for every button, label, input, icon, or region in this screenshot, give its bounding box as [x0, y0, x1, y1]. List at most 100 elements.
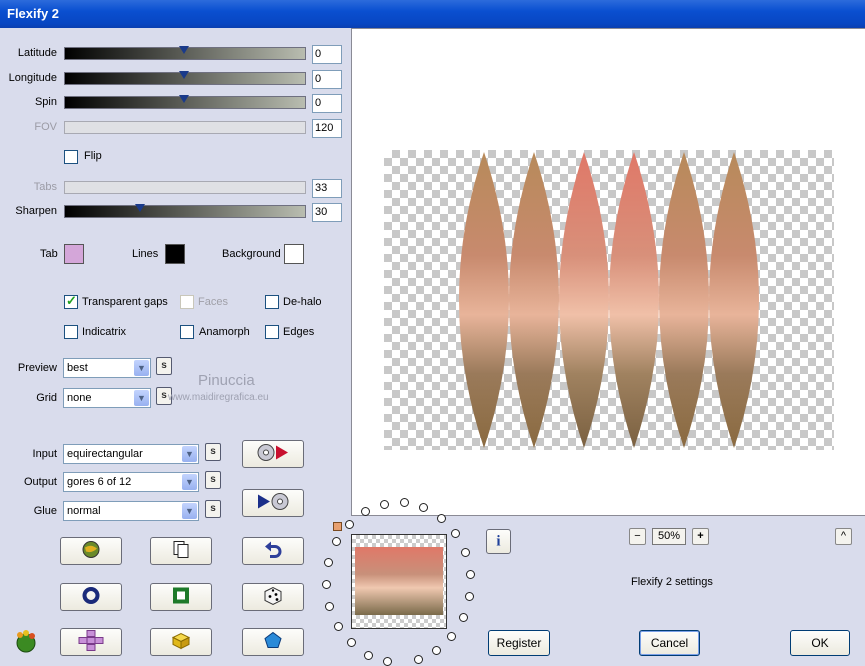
navigator-dot[interactable]	[447, 631, 457, 641]
navigator-dot[interactable]	[432, 645, 442, 655]
navigator-dot[interactable]	[332, 537, 342, 547]
output-s-button[interactable]: s	[205, 471, 221, 489]
zoom-in-button[interactable]: +	[692, 528, 709, 545]
tabs-label: Tabs	[33, 181, 57, 193]
sharpen-value[interactable]: 30	[312, 203, 342, 222]
navigator-dot[interactable]	[322, 579, 332, 589]
faces-label: Faces	[198, 296, 228, 308]
navigator-dot[interactable]	[333, 621, 343, 631]
random-dice-button[interactable]	[242, 583, 304, 611]
navigator-dot[interactable]	[399, 498, 409, 508]
navigator-dot[interactable]	[436, 513, 446, 523]
zoom-out-button[interactable]: −	[629, 528, 646, 545]
indicatrix-label: Indicatrix	[82, 326, 127, 338]
glue-s-button[interactable]: s	[205, 500, 221, 518]
glue-select[interactable]: normal ▼	[63, 501, 199, 521]
longitude-label: Longitude	[8, 72, 57, 84]
slider-thumb[interactable]	[179, 46, 189, 60]
transparent-gaps-checkbox[interactable]	[64, 293, 78, 309]
copy-icon	[173, 541, 189, 562]
navigator-dot[interactable]	[465, 570, 475, 580]
navigator-dot[interactable]	[363, 650, 373, 660]
spin-label: Spin	[34, 96, 57, 108]
navigator-dot[interactable]	[324, 557, 334, 567]
collapse-button[interactable]: ^	[835, 528, 852, 545]
navigator-dot[interactable]	[346, 638, 356, 648]
output-value: gores 6 of 12	[67, 476, 132, 488]
chevron-down-icon: ▼	[134, 360, 149, 376]
anamorph-checkbox[interactable]	[180, 325, 194, 339]
watermark-name: Pinuccia	[198, 372, 255, 389]
grid-value: none	[67, 392, 92, 404]
latitude-value[interactable]: 0	[312, 45, 342, 64]
ok-button[interactable]: OK	[790, 630, 850, 656]
slider-thumb[interactable]	[179, 95, 189, 109]
slider-thumb[interactable]	[179, 71, 189, 85]
frame-button[interactable]	[150, 583, 212, 611]
navigator-dot[interactable]	[344, 519, 354, 529]
navigator-dot[interactable]	[460, 548, 470, 558]
sharpen-slider[interactable]	[64, 204, 306, 218]
anamorph-label: Anamorph	[199, 326, 250, 338]
info-button[interactable]: i	[486, 529, 511, 554]
navigator-dot[interactable]	[451, 529, 461, 539]
output-select[interactable]: gores 6 of 12 ▼	[63, 472, 199, 492]
navigator-handle[interactable]	[333, 522, 342, 531]
copy-button[interactable]	[150, 537, 212, 565]
spin-slider[interactable]	[64, 95, 306, 109]
grid-select[interactable]: none ▼	[63, 388, 151, 408]
zoom-value[interactable]: 50%	[652, 528, 686, 545]
load-input-button[interactable]	[242, 440, 304, 468]
play-disc-icon	[255, 493, 291, 514]
chevron-down-icon: ▼	[182, 446, 197, 462]
navigator-dot[interactable]	[413, 654, 423, 664]
longitude-value[interactable]: 0	[312, 70, 342, 89]
tabs-value: 33	[312, 179, 342, 198]
undo-icon	[264, 541, 282, 562]
spin-value[interactable]: 0	[312, 94, 342, 113]
cube-icon	[170, 631, 192, 654]
input-select[interactable]: equirectangular ▼	[63, 444, 199, 464]
navigator-dot[interactable]	[325, 601, 335, 611]
navigator-dot[interactable]	[379, 499, 389, 509]
de-halo-checkbox[interactable]	[265, 295, 279, 309]
fov-value: 120	[312, 119, 342, 138]
slider-thumb[interactable]	[135, 204, 145, 218]
disc-play-icon	[255, 444, 291, 465]
glue-value: normal	[67, 505, 101, 517]
grid-label: Grid	[36, 392, 57, 404]
cancel-button[interactable]: Cancel	[639, 630, 700, 656]
preview-s-button[interactable]: s	[156, 357, 172, 375]
cube-button[interactable]	[150, 628, 212, 656]
lines-color-swatch[interactable]	[165, 244, 185, 264]
navigator-dot[interactable]	[382, 657, 392, 666]
settings-text: Flexify 2 settings	[631, 576, 713, 588]
input-s-button[interactable]: s	[205, 443, 221, 461]
ring-icon	[82, 587, 100, 608]
gore-5	[659, 152, 709, 448]
preview-select[interactable]: best ▼	[63, 358, 151, 378]
navigator-dot[interactable]	[464, 592, 474, 602]
indicatrix-checkbox[interactable]	[64, 325, 78, 339]
background-color-swatch[interactable]	[284, 244, 304, 264]
gore-6	[709, 152, 759, 448]
input-value: equirectangular	[67, 448, 143, 460]
pentagon-button[interactable]	[242, 628, 304, 656]
edges-checkbox[interactable]	[265, 325, 279, 339]
preview-image	[384, 150, 834, 450]
undo-button[interactable]	[242, 537, 304, 565]
tab-color-swatch[interactable]	[64, 244, 84, 264]
randomize-button[interactable]	[60, 537, 122, 565]
register-button[interactable]: Register	[488, 630, 550, 656]
flip-checkbox[interactable]	[64, 150, 78, 164]
latitude-slider[interactable]	[64, 46, 306, 60]
navigator-dot[interactable]	[360, 506, 370, 516]
save-output-button[interactable]	[242, 489, 304, 517]
longitude-slider[interactable]	[64, 71, 306, 85]
circle-button[interactable]	[60, 583, 122, 611]
navigator-thumbnail[interactable]	[351, 534, 447, 629]
chevron-down-icon: ▼	[134, 390, 149, 406]
plus-shape-button[interactable]	[60, 628, 122, 656]
tabs-slider	[64, 181, 306, 194]
navigator-dot[interactable]	[458, 613, 468, 623]
